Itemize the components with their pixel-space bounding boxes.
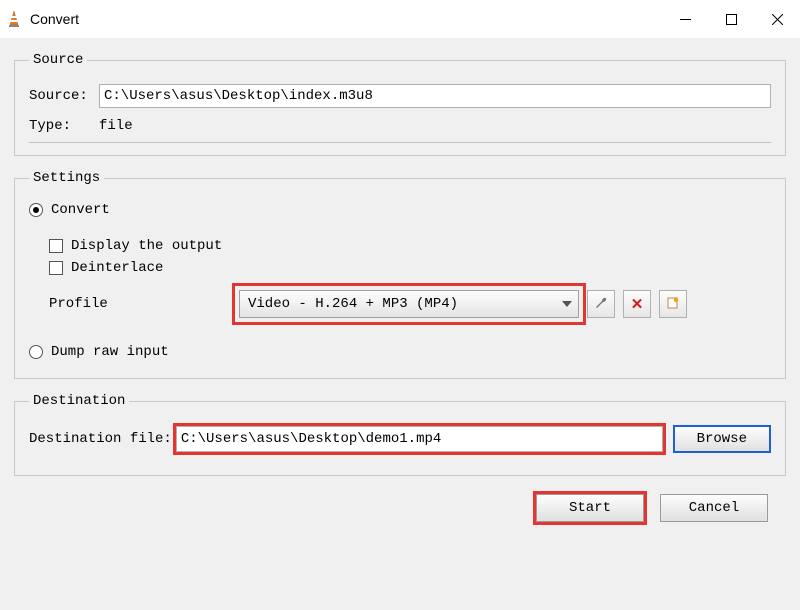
dump-label: Dump raw input [51,344,169,360]
display-output-label: Display the output [71,238,222,254]
destination-group: Destination Destination file: C:\Users\a… [14,393,786,476]
browse-button[interactable]: Browse [673,425,771,453]
type-value: file [99,118,133,134]
deinterlace-label: Deinterlace [71,260,163,276]
minimize-button[interactable] [662,0,708,38]
source-legend: Source [29,52,87,68]
deinterlace-checkbox[interactable]: Deinterlace [49,260,771,276]
type-label: Type: [29,118,99,134]
settings-legend: Settings [29,170,104,186]
dump-raw-radio[interactable]: Dump raw input [29,344,771,360]
source-label: Source: [29,88,99,104]
profile-dropdown[interactable]: Video - H.264 + MP3 (MP4) [239,290,579,318]
destination-file-label: Destination file: [29,431,172,447]
display-output-checkbox[interactable]: Display the output [49,238,771,254]
browse-label: Browse [697,431,747,447]
radio-icon [29,203,43,217]
settings-group: Settings Convert Display the output Dein… [14,170,786,379]
source-group: Source Source: C:\Users\asus\Desktop\ind… [14,52,786,156]
cancel-label: Cancel [689,500,739,516]
close-button[interactable] [754,0,800,38]
radio-icon [29,345,43,359]
chevron-down-icon [562,301,572,307]
new-profile-button[interactable] [659,290,687,318]
title-bar: Convert [0,0,800,38]
app-icon [6,10,22,28]
edit-profile-button[interactable] [587,290,615,318]
profile-value: Video - H.264 + MP3 (MP4) [248,296,458,312]
source-input[interactable]: C:\Users\asus\Desktop\index.m3u8 [99,84,771,108]
wrench-icon [594,296,608,313]
start-label: Start [569,500,611,516]
cross-icon: ✕ [631,295,644,313]
profile-label: Profile [49,296,239,312]
destination-value: C:\Users\asus\Desktop\demo1.mp4 [181,431,441,447]
convert-label: Convert [51,202,110,218]
window-title: Convert [30,11,662,27]
delete-profile-button[interactable]: ✕ [623,290,651,318]
source-value: C:\Users\asus\Desktop\index.m3u8 [104,88,373,104]
destination-input[interactable]: C:\Users\asus\Desktop\demo1.mp4 [176,426,663,452]
checkbox-icon [49,239,63,253]
convert-radio[interactable]: Convert [29,202,771,218]
destination-legend: Destination [29,393,129,409]
document-icon [666,296,680,313]
checkbox-icon [49,261,63,275]
start-button[interactable]: Start [536,494,644,522]
cancel-button[interactable]: Cancel [660,494,768,522]
window-controls [662,0,800,38]
maximize-button[interactable] [708,0,754,38]
